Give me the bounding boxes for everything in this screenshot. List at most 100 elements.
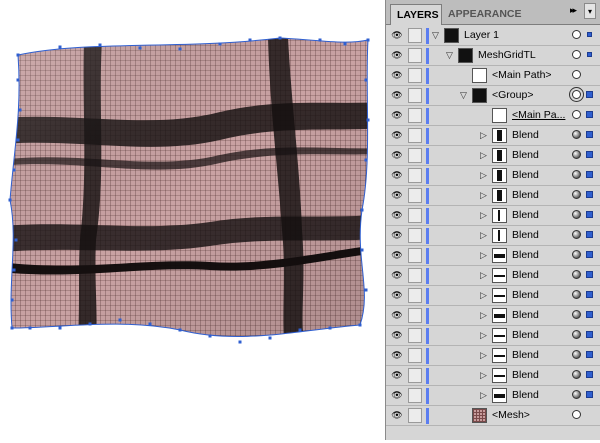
- tab-appearance[interactable]: APPEARANCE: [442, 4, 528, 25]
- lock-toggle[interactable]: [408, 88, 422, 103]
- expand-triangle-icon[interactable]: ▷: [480, 230, 487, 241]
- anchor-point[interactable]: [298, 328, 302, 332]
- anchor-point[interactable]: [208, 334, 212, 338]
- anchor-point[interactable]: [278, 36, 282, 40]
- layer-name[interactable]: <Main Path>: [492, 69, 552, 81]
- visibility-eye-icon[interactable]: 👁: [390, 169, 404, 182]
- anchor-point[interactable]: [14, 238, 18, 242]
- selection-indicator[interactable]: [586, 131, 593, 138]
- anchor-point[interactable]: [118, 318, 122, 322]
- layer-row[interactable]: 👁 ▷ Blend: [386, 226, 600, 246]
- lock-toggle[interactable]: [408, 388, 422, 403]
- layer-name[interactable]: MeshGridTL: [478, 49, 536, 61]
- target-circle-icon[interactable]: [572, 50, 581, 59]
- target-circle-icon[interactable]: [572, 210, 581, 219]
- panel-expand-arrows-icon[interactable]: ▸▸: [570, 5, 577, 16]
- expand-triangle-icon[interactable]: ▷: [480, 270, 487, 281]
- layer-name[interactable]: Blend: [512, 169, 539, 181]
- target-circle-icon[interactable]: [572, 230, 581, 239]
- selection-indicator[interactable]: [586, 171, 593, 178]
- lock-toggle[interactable]: [408, 328, 422, 343]
- layer-row[interactable]: 👁 ▷ Blend: [386, 366, 600, 386]
- expand-triangle-icon[interactable]: ▷: [480, 210, 487, 221]
- layer-name[interactable]: Blend: [512, 389, 539, 401]
- anchor-point[interactable]: [12, 268, 16, 272]
- anchor-point[interactable]: [364, 158, 368, 162]
- target-circle-icon[interactable]: [572, 150, 581, 159]
- anchor-point[interactable]: [10, 298, 14, 302]
- target-circle-icon[interactable]: [572, 110, 581, 119]
- anchor-point[interactable]: [98, 43, 102, 47]
- plaid-mesh-artwork[interactable]: [0, 0, 385, 440]
- tab-layers[interactable]: LAYERS: [390, 4, 442, 25]
- selection-indicator[interactable]: [586, 331, 593, 338]
- lock-toggle[interactable]: [408, 208, 422, 223]
- target-circle-icon[interactable]: [572, 90, 581, 99]
- anchor-point[interactable]: [178, 328, 182, 332]
- expand-triangle-icon[interactable]: ▷: [480, 390, 487, 401]
- anchor-point[interactable]: [238, 340, 242, 344]
- anchor-point[interactable]: [366, 38, 370, 42]
- visibility-eye-icon[interactable]: 👁: [390, 69, 404, 82]
- anchor-point[interactable]: [318, 38, 322, 42]
- lock-toggle[interactable]: [408, 28, 422, 43]
- visibility-eye-icon[interactable]: 👁: [390, 189, 404, 202]
- layer-name[interactable]: Blend: [512, 249, 539, 261]
- expand-triangle-icon[interactable]: ▷: [480, 290, 487, 301]
- lock-toggle[interactable]: [408, 68, 422, 83]
- target-circle-icon[interactable]: [572, 310, 581, 319]
- panel-menu-button[interactable]: ▾: [584, 3, 596, 19]
- anchor-point[interactable]: [218, 42, 222, 46]
- layer-name[interactable]: <Main Pa...: [512, 109, 565, 121]
- selection-indicator[interactable]: [587, 52, 592, 57]
- layer-name[interactable]: Blend: [512, 149, 539, 161]
- layer-name[interactable]: Blend: [512, 349, 539, 361]
- selection-indicator[interactable]: [586, 391, 593, 398]
- selection-indicator[interactable]: [586, 111, 593, 118]
- target-circle-icon[interactable]: [572, 190, 581, 199]
- anchor-point[interactable]: [364, 78, 368, 82]
- target-circle-icon[interactable]: [572, 330, 581, 339]
- layer-row[interactable]: 👁 <Main Path>: [386, 66, 600, 86]
- visibility-eye-icon[interactable]: 👁: [390, 349, 404, 362]
- selection-indicator[interactable]: [586, 91, 593, 98]
- anchor-point[interactable]: [10, 326, 14, 330]
- layer-row[interactable]: 👁 ▷ Blend: [386, 346, 600, 366]
- selection-indicator[interactable]: [586, 151, 593, 158]
- target-circle-icon[interactable]: [572, 350, 581, 359]
- layer-name[interactable]: Layer 1: [464, 29, 499, 41]
- layer-name[interactable]: <Group>: [492, 89, 533, 101]
- lock-toggle[interactable]: [408, 128, 422, 143]
- lock-toggle[interactable]: [408, 408, 422, 423]
- selection-indicator[interactable]: [586, 211, 593, 218]
- target-circle-icon[interactable]: [572, 270, 581, 279]
- visibility-eye-icon[interactable]: 👁: [390, 149, 404, 162]
- layer-row[interactable]: 👁 <Mesh>: [386, 406, 600, 426]
- anchor-point[interactable]: [28, 326, 32, 330]
- target-circle-icon[interactable]: [572, 290, 581, 299]
- visibility-eye-icon[interactable]: 👁: [390, 49, 404, 62]
- anchor-point[interactable]: [360, 248, 364, 252]
- expand-triangle-icon[interactable]: ▷: [480, 150, 487, 161]
- layer-name[interactable]: Blend: [512, 229, 539, 241]
- anchor-point[interactable]: [364, 288, 368, 292]
- layer-row[interactable]: 👁 <Main Pa...: [386, 106, 600, 126]
- visibility-eye-icon[interactable]: 👁: [390, 89, 404, 102]
- lock-toggle[interactable]: [408, 308, 422, 323]
- layer-row[interactable]: 👁 ▷ Blend: [386, 186, 600, 206]
- visibility-eye-icon[interactable]: 👁: [390, 369, 404, 382]
- target-circle-icon[interactable]: [572, 410, 581, 419]
- anchor-point[interactable]: [12, 168, 16, 172]
- lock-toggle[interactable]: [408, 188, 422, 203]
- visibility-eye-icon[interactable]: 👁: [390, 109, 404, 122]
- visibility-eye-icon[interactable]: 👁: [390, 269, 404, 282]
- layer-row[interactable]: 👁 ▷ Blend: [386, 326, 600, 346]
- visibility-eye-icon[interactable]: 👁: [390, 289, 404, 302]
- anchor-point[interactable]: [178, 47, 182, 51]
- layer-row[interactable]: 👁 ▷ Blend: [386, 386, 600, 406]
- collapse-triangle-icon[interactable]: ▽: [460, 90, 467, 101]
- layer-row[interactable]: 👁 ▽ Layer 1: [386, 26, 600, 46]
- layer-row[interactable]: 👁 ▷ Blend: [386, 246, 600, 266]
- layer-name[interactable]: Blend: [512, 369, 539, 381]
- expand-triangle-icon[interactable]: ▷: [480, 250, 487, 261]
